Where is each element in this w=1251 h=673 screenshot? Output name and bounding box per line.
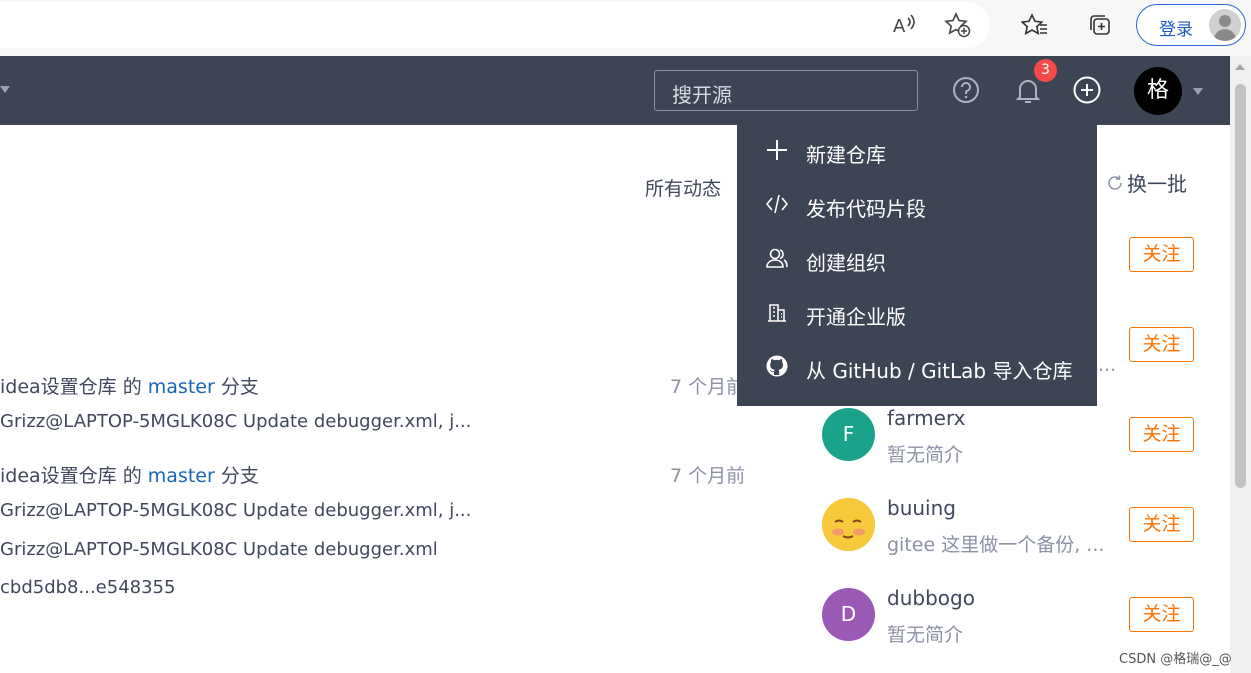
event-suffix: 分支 [214, 376, 259, 398]
follow-button[interactable]: 关注 [1129, 597, 1194, 632]
help-icon[interactable] [950, 74, 982, 106]
svg-text:A: A [893, 16, 906, 37]
group-icon [765, 246, 789, 270]
repo-link[interactable]: idea设置仓库 的 [0, 465, 148, 487]
branch-link[interactable]: master [148, 465, 215, 487]
follow-button[interactable]: 关注 [1129, 507, 1194, 542]
dropdown-item-label: 新建仓库 [806, 143, 886, 167]
user-desc: gitee 这里做一个备份, ... [887, 534, 1105, 556]
follow-button[interactable]: 关注 [1129, 417, 1194, 452]
dropdown-item-label: 发布代码片段 [806, 197, 926, 221]
user-name-link[interactable]: buuing [887, 496, 956, 520]
compare-link[interactable]: cbd5db8...e548355 [0, 577, 175, 598]
create-plus-icon[interactable] [1071, 74, 1103, 106]
dropdown-item-create-org[interactable]: 创建组织 [737, 233, 1097, 287]
emoji-face-icon [822, 498, 875, 551]
login-button[interactable]: 登录 [1136, 4, 1246, 46]
user-name-link[interactable]: dubbogo [887, 586, 975, 610]
user-name-link[interactable]: farmerx [887, 406, 965, 430]
address-bar[interactable] [0, 2, 990, 48]
truncated-desc: ... [1098, 354, 1117, 376]
refresh-button[interactable]: 换一批 [1105, 168, 1187, 198]
commit-line[interactable]: Grizz@LAPTOP-5MGLK08C Update debugger.xm… [0, 539, 438, 560]
refresh-label: 换一批 [1127, 172, 1187, 196]
collections-icon[interactable] [1085, 10, 1115, 40]
follow-button[interactable]: 关注 [1129, 237, 1194, 272]
dropdown-item-label: 从 GitHub / GitLab 导入仓库 [806, 359, 1073, 383]
avatar[interactable] [822, 498, 875, 551]
repo-link[interactable]: idea设置仓库 的 [0, 376, 148, 398]
refresh-icon [1105, 173, 1125, 198]
add-favorite-icon[interactable] [943, 10, 973, 40]
favorites-icon[interactable] [1020, 10, 1050, 40]
code-icon [765, 192, 789, 216]
dropdown-item-publish-snippet[interactable]: 发布代码片段 [737, 179, 1097, 233]
user-desc: 暂无简介 [887, 624, 964, 646]
activity-filter[interactable]: 所有动态 [645, 174, 721, 201]
feed-event-title: idea设置仓库 的 master 分支 [0, 372, 259, 399]
menu-caret-icon[interactable] [0, 86, 10, 93]
commit-line[interactable]: Grizz@LAPTOP-5MGLK08C Update debugger.xm… [0, 500, 471, 521]
user-menu-caret-icon[interactable] [1193, 88, 1203, 95]
event-time: 7 个月前 [670, 376, 746, 398]
search-input[interactable]: 搜开源 [654, 70, 918, 111]
dropdown-item-new-repo[interactable]: 新建仓库 [737, 125, 1097, 179]
github-icon [765, 354, 789, 378]
login-label: 登录 [1159, 20, 1193, 40]
event-suffix: 分支 [214, 465, 259, 487]
read-aloud-icon[interactable]: A [889, 10, 919, 40]
building-icon [765, 300, 789, 324]
follow-button[interactable]: 关注 [1129, 327, 1194, 362]
watermark: CSDN @格瑞@_@ [1119, 652, 1232, 667]
scroll-thumb[interactable] [1235, 84, 1246, 488]
notification-badge: 3 [1034, 59, 1057, 82]
event-time: 7 个月前 [670, 465, 746, 487]
user-avatar[interactable]: 格 [1134, 67, 1182, 115]
site-header: 搜开源 3 格 [0, 56, 1230, 125]
dropdown-item-label: 创建组织 [806, 251, 886, 275]
scroll-up-arrow-icon[interactable] [1235, 64, 1245, 70]
profile-avatar-icon [1209, 9, 1241, 41]
commit-line[interactable]: Grizz@LAPTOP-5MGLK08C Update debugger.xm… [0, 411, 471, 432]
avatar[interactable]: F [822, 408, 875, 461]
user-desc: 暂无简介 [887, 444, 964, 466]
dropdown-item-enterprise[interactable]: 开通企业版 [737, 287, 1097, 341]
avatar[interactable]: D [822, 588, 875, 641]
plus-icon [765, 138, 789, 162]
feed-event-title: idea设置仓库 的 master 分支 [0, 461, 259, 488]
dropdown-item-label: 开通企业版 [806, 305, 906, 329]
page-scrollbar[interactable] [1230, 56, 1251, 673]
dropdown-item-import-repo[interactable]: 从 GitHub / GitLab 导入仓库 [737, 341, 1097, 395]
branch-link[interactable]: master [148, 376, 215, 398]
browser-toolbar: A 登录 [0, 0, 1251, 56]
create-dropdown-menu: 新建仓库 发布代码片段 创建组织 开通企业版 从 GitHub / GitLab… [737, 125, 1097, 406]
